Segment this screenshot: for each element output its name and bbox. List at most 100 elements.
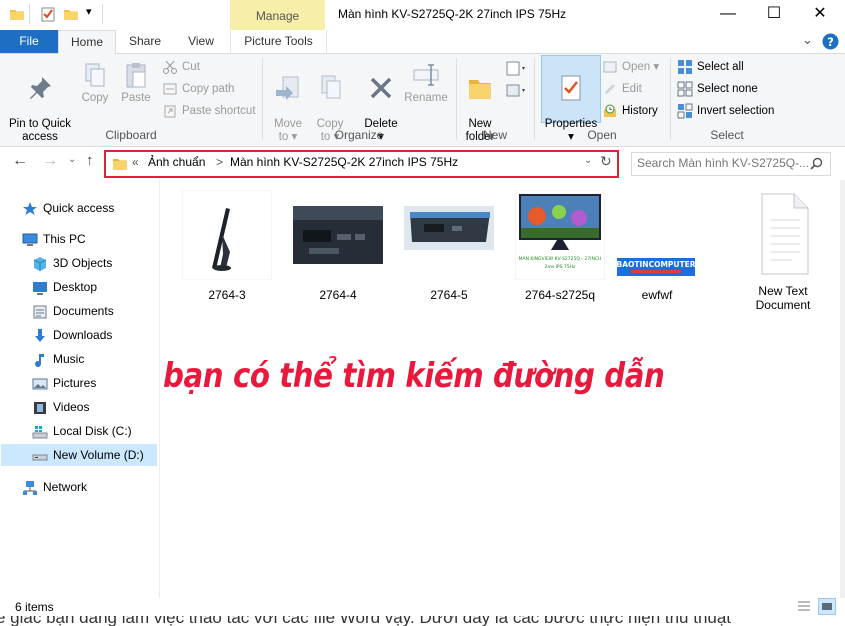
help-icon[interactable]: ?: [822, 33, 839, 50]
sidebar-item-this-pc[interactable]: This PC: [22, 228, 86, 250]
sidebar-item-quick-access[interactable]: Quick access: [22, 197, 114, 219]
file-item[interactable]: MÀN KINGVIEW KV-S2725Q - 27INCH 2ms IPS …: [505, 189, 615, 302]
ribbon: Pin to Quick access Copy Paste Cut Copy …: [0, 54, 845, 147]
file-name: New Text Document: [755, 284, 811, 312]
window-title: Màn hình KV-S2725Q-2K 27inch IPS 75Hz: [338, 7, 567, 21]
file-item[interactable]: BAOTINCOMPUTER ewfwf: [602, 190, 712, 302]
tab-picture-tools[interactable]: Picture Tools: [230, 30, 327, 53]
close-button[interactable]: ✕: [797, 4, 843, 26]
search-box[interactable]: Search Màn hình KV-S2725Q-...: [631, 152, 831, 176]
breadcrumb-separator[interactable]: >: [216, 155, 223, 169]
sidebar-label: Music: [53, 352, 85, 366]
large-icons-view-icon[interactable]: [818, 598, 836, 615]
sidebar-item-documents[interactable]: Documents: [32, 300, 114, 322]
rename-button[interactable]: Rename: [403, 56, 449, 105]
image-thumbnail-monitor-ports: [293, 190, 383, 280]
vertical-scrollbar[interactable]: [840, 180, 845, 598]
sidebar-item-downloads[interactable]: Downloads: [32, 324, 112, 346]
easy-access-icon[interactable]: [505, 82, 527, 100]
sidebar-label: Local Disk (C:): [53, 424, 132, 438]
open-icon: [603, 61, 617, 73]
sidebar-label: Network: [43, 480, 88, 494]
manage-context-tab[interactable]: Manage: [230, 0, 325, 30]
file-item[interactable]: 2764-3: [172, 189, 282, 302]
file-item[interactable]: 2764-4: [283, 190, 393, 302]
sidebar-item-videos[interactable]: Videos: [32, 396, 89, 418]
forward-arrow-icon[interactable]: →: [42, 152, 58, 170]
sidebar-item-local-disk[interactable]: Local Disk (C:): [32, 420, 132, 442]
minimize-ribbon-chevron[interactable]: ⌄: [802, 32, 813, 48]
file-name: 2764-3: [208, 288, 246, 302]
overflow-chevrons[interactable]: «: [132, 155, 139, 169]
properties-button[interactable]: Properties ▾: [541, 55, 601, 143]
maximize-button[interactable]: ☐: [751, 4, 797, 26]
paste-button[interactable]: Paste: [117, 56, 155, 105]
refresh-icon[interactable]: ↻: [600, 153, 612, 170]
documents-icon: [33, 305, 47, 319]
sidebar-item-new-volume[interactable]: New Volume (D:): [1, 444, 157, 466]
download-arrow-icon: [35, 328, 45, 342]
image-thumbnail-monitor-side: [181, 189, 273, 281]
sidebar-label: Documents: [53, 304, 114, 318]
cut-button[interactable]: Cut: [162, 57, 200, 77]
edit-button[interactable]: Edit: [602, 79, 642, 99]
text-document-icon: [738, 190, 828, 280]
invert-selection-button[interactable]: Invert selection: [677, 101, 774, 121]
details-view-icon[interactable]: [796, 599, 812, 614]
select-all-button[interactable]: Select all: [677, 57, 744, 77]
move-to-icon: [276, 76, 299, 100]
rename-label: Rename: [404, 92, 448, 104]
select-all-icon: [678, 59, 692, 74]
copy-button[interactable]: Copy: [76, 56, 114, 105]
recent-locations-chevron-icon[interactable]: ⌄: [68, 154, 76, 165]
music-note-icon: [35, 353, 44, 367]
group-label-select: Select: [710, 128, 744, 142]
minimize-button[interactable]: —: [705, 4, 751, 26]
address-dropdown-chevron-icon[interactable]: ⌄: [584, 155, 592, 166]
sidebar-label: Videos: [53, 400, 90, 414]
file-item[interactable]: 2764-5: [394, 190, 504, 302]
title-bar: ▾ Manage Màn hình KV-S2725Q-2K 27inch IP…: [0, 0, 845, 30]
network-icon: [23, 480, 37, 495]
search-icon: [810, 157, 823, 170]
up-arrow-icon[interactable]: ↑: [86, 152, 94, 169]
annotation-text: bạn có thể tìm kiếm đường dẫn: [163, 356, 665, 396]
item-count: 6 items: [15, 600, 54, 614]
sidebar-item-network[interactable]: Network: [22, 476, 87, 498]
paste-shortcut-label: Paste shortcut: [182, 105, 256, 117]
back-arrow-icon[interactable]: ←: [12, 152, 28, 170]
breadcrumb-anh-chuan[interactable]: Ảnh chuẩn: [148, 155, 205, 169]
ribbon-tabs: File Home Share View Picture Tools ⌄ ?: [0, 30, 845, 54]
properties-qa-icon[interactable]: [40, 6, 56, 22]
tab-file[interactable]: File: [0, 30, 58, 53]
sidebar-item-desktop[interactable]: Desktop: [32, 276, 97, 298]
customize-qa-dropdown[interactable]: ▾: [86, 5, 102, 21]
tab-home[interactable]: Home: [58, 30, 116, 54]
new-folder-qa-icon[interactable]: [63, 6, 79, 22]
edit-label: Edit: [622, 83, 642, 95]
history-button[interactable]: History: [602, 101, 658, 121]
file-item[interactable]: New Text Document: [728, 190, 838, 312]
status-bar: 6 items: [0, 598, 845, 616]
open-button[interactable]: Open ▾: [602, 57, 659, 77]
sidebar-item-music[interactable]: Music: [32, 348, 84, 370]
breadcrumb-current-folder[interactable]: Màn hình KV-S2725Q-2K 27inch IPS 75Hz: [230, 155, 458, 169]
sidebar-item-pictures[interactable]: Pictures: [32, 372, 96, 394]
select-none-button[interactable]: Select none: [677, 79, 758, 99]
tab-view[interactable]: View: [176, 30, 226, 53]
sidebar-label: Pictures: [53, 376, 97, 390]
sidebar-label: New Volume (D:): [53, 448, 144, 462]
tab-share[interactable]: Share: [118, 30, 172, 53]
new-item-icon[interactable]: [505, 60, 527, 78]
address-bar[interactable]: « Ảnh chuẩn > Màn hình KV-S2725Q-2K 27in…: [104, 150, 619, 178]
copy-to-icon: [321, 75, 341, 99]
copy-path-button[interactable]: Copy path: [162, 79, 234, 99]
image-thumbnail-monitor-front: MÀN KINGVIEW KV-S2725Q - 27INCH 2ms IPS …: [514, 189, 606, 281]
paste-shortcut-button[interactable]: Paste shortcut: [162, 101, 256, 121]
sidebar-item-3d-objects[interactable]: 3D Objects: [32, 252, 112, 274]
sidebar-label: Desktop: [53, 280, 98, 294]
svg-text:2ms IPS 75Hz: 2ms IPS 75Hz: [545, 264, 576, 270]
group-label-clipboard: Clipboard: [105, 128, 157, 142]
drive-windows-icon: [32, 425, 48, 439]
address-folder-icon: [113, 159, 127, 170]
